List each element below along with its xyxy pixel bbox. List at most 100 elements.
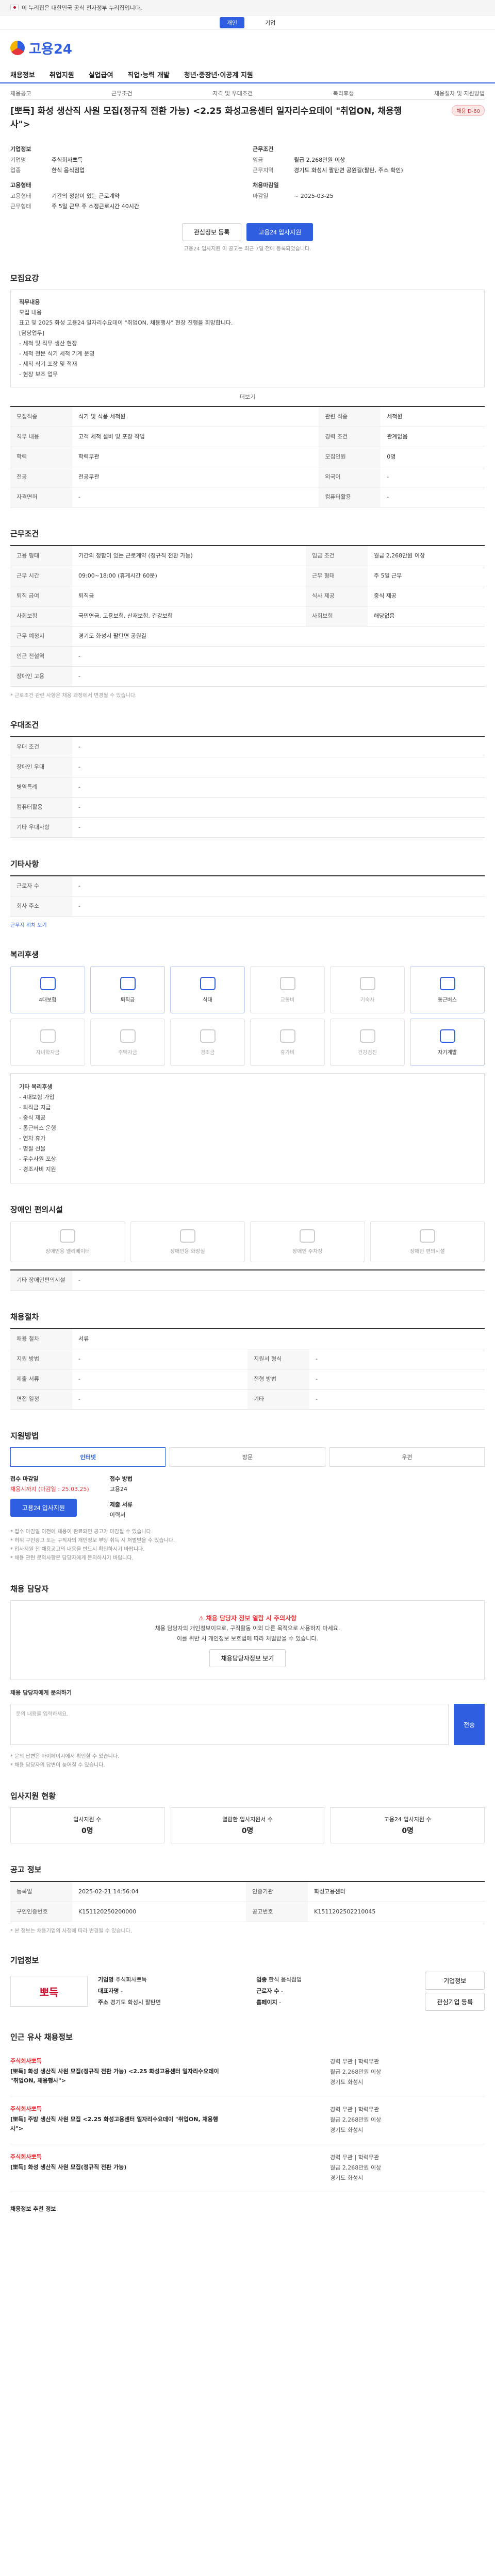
nav-item-training[interactable]: 직업·능력 개발 bbox=[128, 70, 170, 79]
map-link[interactable]: 근무지 위치 보기 bbox=[10, 921, 485, 928]
table-cell: 전공무관 bbox=[72, 467, 319, 487]
recommend-title: 채용정보 추천 정보 bbox=[10, 2206, 56, 2212]
apply-tabs: 인터넷 방문 우편 bbox=[10, 1447, 485, 1467]
table-row: 전공 전공무관 외국어 - bbox=[10, 467, 485, 487]
company-key: 근로자 수 bbox=[256, 1988, 279, 1994]
table-cell: 기간의 정함이 있는 근로계약 (정규직 전환 가능) bbox=[72, 546, 306, 566]
table-cell: 월급 2,268만원 이상 bbox=[367, 546, 485, 566]
tab-process[interactable]: 채용절차 및 지원방법 bbox=[434, 89, 485, 97]
nav-item-unemployment[interactable]: 실업급여 bbox=[89, 70, 113, 79]
note-item: * 채용 관련 문의사항은 담당자에게 문의하시기 바랍니다. bbox=[10, 1555, 134, 1561]
welfare-grid: 4대보험 퇴직금 식대 교통비 기숙사 통근버스 자녀학자금 주택자금 경조금 … bbox=[10, 966, 485, 1066]
similar-company: 주식회사뽀득 bbox=[10, 2154, 42, 2160]
table-header: 제출 서류 bbox=[10, 1369, 72, 1389]
more-button[interactable]: 더보기 bbox=[10, 393, 485, 401]
detail-subtitle: 직무내용 bbox=[19, 299, 40, 306]
similar-job-title[interactable]: [뽀득] 화성 생산직 사원 모집(정규직 전환 가능) <2.25 화성고용센… bbox=[10, 2067, 227, 2086]
table-cell: - bbox=[72, 1389, 248, 1410]
table-header: 면접 일정 bbox=[10, 1389, 72, 1410]
table-row: 기타 장애인편의시설 - bbox=[10, 1270, 485, 1291]
accessibility-icon bbox=[419, 1229, 435, 1243]
insurance-icon bbox=[40, 976, 56, 990]
table-row: 근로자 수- bbox=[10, 876, 485, 896]
table-header: 병역특례 bbox=[10, 777, 72, 798]
similar-meta: 경력 무관 | 학력무관 bbox=[330, 2058, 380, 2065]
table-cell: - bbox=[72, 646, 485, 667]
welfare-label: 4대보험 bbox=[39, 997, 57, 1003]
similar-job-title[interactable]: [뽀득] 화성 생산직 사원 모집(정규직 전환 가능) bbox=[10, 2163, 227, 2172]
view-contact-button[interactable]: 채용담당자정보 보기 bbox=[209, 1649, 286, 1667]
favorite-company-button[interactable]: 관심기업 등록 bbox=[425, 1993, 485, 2011]
company-info-button[interactable]: 기업정보 bbox=[425, 1972, 485, 1990]
table-row: 회사 주소 - bbox=[10, 896, 485, 917]
nav-item-jobs[interactable]: 채용정보 bbox=[10, 70, 35, 79]
deadline-label: 채용마감일 bbox=[253, 182, 279, 189]
welfare-item: 식대 bbox=[170, 966, 245, 1013]
summary-key: 근무형태 bbox=[10, 203, 31, 210]
tab-conditions[interactable]: 근무조건 bbox=[111, 89, 132, 97]
warning-line: 채용 담당자의 개인정보이므로, 구직활동 이외 다른 목적으로 사용하지 마세… bbox=[155, 1625, 340, 1632]
table-header: 근로자 수 bbox=[10, 876, 72, 896]
bus-icon bbox=[439, 976, 455, 990]
tab-qualifications[interactable]: 자격 및 우대조건 bbox=[212, 89, 253, 97]
user-type-toggle: 개인 기업 bbox=[0, 15, 495, 30]
table-cell: - bbox=[309, 1349, 485, 1369]
company-value: 한식 음식점업 bbox=[268, 1976, 302, 1983]
company-title: 기업정보 bbox=[10, 1956, 39, 1965]
table-header: 전형 방법 bbox=[248, 1369, 309, 1389]
similar-job-title[interactable]: [뽀득] 주방 생산직 사원 모집 <2.25 화성고용센터 일자리수요데이 "… bbox=[10, 2115, 227, 2133]
main-nav: 채용정보 취업지원 실업급여 직업·능력 개발 청년·중장년·이공계 지원 bbox=[0, 66, 495, 83]
welfare-list: 기타 복리후생 - 4대보험 가입 - 퇴직금 지급 - 중식 제공 - 통근버… bbox=[10, 1073, 485, 1183]
list-item[interactable]: 주식회사뽀득 [뽀득] 주방 생산직 사원 모집 <2.25 화성고용센터 일자리… bbox=[10, 2096, 485, 2144]
tab-recruit[interactable]: 채용공고 bbox=[10, 89, 31, 97]
contact-warning: ⚠ 채용 담당자 정보 열람 시 주의사항 채용 담당자의 개인정보이므로, 구… bbox=[10, 1600, 485, 1680]
tab-welfare[interactable]: 복리후생 bbox=[333, 89, 354, 97]
nav-item-employment-support[interactable]: 취업지원 bbox=[50, 70, 74, 79]
table-row: 학력 학력무관 모집인원 0명 bbox=[10, 447, 485, 467]
scrap-button[interactable]: 관심정보 등록 bbox=[182, 223, 242, 241]
table-cell: - bbox=[72, 757, 485, 777]
tab-mail[interactable]: 우편 bbox=[329, 1447, 485, 1467]
company-logo: 뽀득 bbox=[10, 1976, 88, 2007]
detail-line: 모집 내용 bbox=[19, 309, 42, 316]
list-item[interactable]: 주식회사뽀득 [뽀득] 화성 생산직 사원 모집(정규직 전환 가능) <2.25… bbox=[10, 2048, 485, 2096]
table-header: 채용 절차 bbox=[10, 1329, 72, 1349]
detail-line: [담당업무] bbox=[19, 330, 45, 336]
stat-value: 0명 bbox=[81, 1827, 93, 1835]
toggle-personal[interactable]: 개인 bbox=[219, 16, 244, 28]
table-cell: 주 5일 근무 bbox=[367, 566, 485, 586]
inquiry-input[interactable]: 문의 내용을 입력하세요. bbox=[10, 1704, 449, 1745]
recruit-table: 모집직종 식기 및 식품 세척원 관련 직종 세척원 직무 내용 고객 세척 설비 및 … bbox=[10, 406, 485, 507]
summary-key: 기업명 bbox=[10, 157, 26, 163]
nav-item-youth[interactable]: 청년·중장년·이공계 지원 bbox=[184, 70, 253, 79]
logo-icon[interactable] bbox=[10, 41, 25, 55]
table-cell: 국민연금, 고용보험, 산재보험, 건강보험 bbox=[72, 606, 306, 626]
table-header: 컴퓨터활용 bbox=[319, 487, 381, 507]
tab-visit[interactable]: 방문 bbox=[170, 1447, 325, 1467]
note-item: * 접수 마감일 이전에 채용이 완료되면 공고가 마감될 수 있습니다. bbox=[10, 1529, 153, 1535]
table-header: 장애인 우대 bbox=[10, 757, 72, 777]
welfare-item: 휴가비 bbox=[250, 1019, 325, 1066]
apply-button[interactable]: 고용24 입사지원 bbox=[246, 223, 314, 241]
table-header: 관련 직종 bbox=[319, 406, 381, 427]
facility-table: 기타 장애인편의시설 - bbox=[10, 1269, 485, 1291]
health-icon bbox=[359, 1029, 375, 1043]
welfare-item: 경조금 bbox=[170, 1019, 245, 1066]
site-logo[interactable]: 고용24 bbox=[29, 39, 72, 58]
table-header: 임금 조건 bbox=[305, 546, 368, 566]
table-header: 식사 제공 bbox=[305, 586, 368, 606]
list-item[interactable]: 주식회사뽀득 [뽀득] 화성 생산직 사원 모집(정규직 전환 가능) 경력 무관… bbox=[10, 2144, 485, 2192]
work-title: 근무조건 bbox=[10, 529, 39, 538]
table-cell: 고객 세척 설비 및 포장 작업 bbox=[72, 427, 319, 447]
summary-key: 고용형태 bbox=[10, 193, 31, 199]
table-header: 모집직종 bbox=[10, 406, 72, 427]
warning-line: 이를 위반 시 개인정보 보호법에 따라 처벌받을 수 있습니다. bbox=[176, 1635, 319, 1642]
toggle-company[interactable]: 기업 bbox=[265, 19, 275, 27]
table-cell: - bbox=[72, 797, 485, 818]
welfare-label: 통근버스 bbox=[438, 997, 457, 1003]
tab-internet[interactable]: 인터넷 bbox=[10, 1447, 166, 1467]
tuition-icon bbox=[40, 1029, 56, 1043]
send-button[interactable]: 전송 bbox=[454, 1704, 485, 1745]
apply-submit-button[interactable]: 고용24 입사지원 bbox=[10, 1499, 77, 1517]
table-cell: 0명 bbox=[381, 447, 485, 467]
